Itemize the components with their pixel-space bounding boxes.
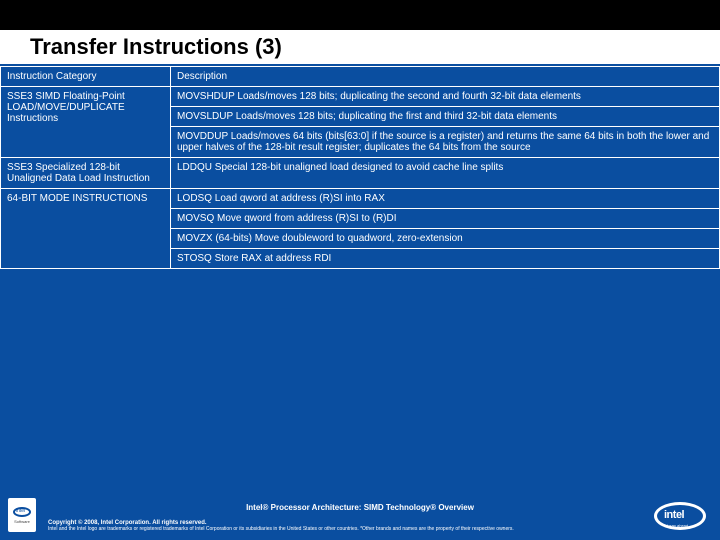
table-row: SSE3 SIMD Floating-Point LOAD/MOVE/DUPLI…: [1, 87, 720, 107]
cell-description: LODSQ Load qword at address (R)SI into R…: [171, 189, 720, 209]
cell-description: MOVSHDUP Loads/moves 128 bits; duplicati…: [171, 87, 720, 107]
intel-badge-icon: [13, 507, 31, 517]
cell-description: MOVSLDUP Loads/moves 128 bits; duplicati…: [171, 107, 720, 127]
footer: Intel® Processor Architecture: SIMD Tech…: [0, 493, 720, 540]
cell-description: MOVZX (64-bits) Move doubleword to quadw…: [171, 229, 720, 249]
table-row: SSE3 Specialized 128-bit Unaligned Data …: [1, 158, 720, 189]
table-header-row: Instruction Category Description: [1, 67, 720, 87]
slide-title: Transfer Instructions (3): [30, 34, 710, 60]
cell-category: SSE3 SIMD Floating-Point LOAD/MOVE/DUPLI…: [1, 87, 171, 158]
intel-logo-tagline: Leap ahead: [667, 523, 688, 528]
cell-category: SSE3 Specialized 128-bit Unaligned Data …: [1, 158, 171, 189]
badge-label: Software: [14, 519, 30, 524]
header-category: Instruction Category: [1, 67, 171, 87]
intel-logo-text: intel: [664, 509, 684, 521]
intel-software-badge: Software: [8, 498, 36, 532]
top-black-bar: [0, 0, 720, 30]
cell-description: MOVDDUP Loads/moves 64 bits (bits[63:0] …: [171, 127, 720, 158]
intel-logo-icon: intel Leap ahead: [654, 502, 706, 530]
cell-description: STOSQ Store RAX at address RDI: [171, 249, 720, 269]
cell-description: MOVSQ Move qword from address (R)SI to (…: [171, 209, 720, 229]
header-description: Description: [171, 67, 720, 87]
table-row: 64-BIT MODE INSTRUCTIONS LODSQ Load qwor…: [1, 189, 720, 209]
content-area: Instruction Category Description SSE3 SI…: [0, 66, 720, 493]
legal-text: Intel and the Intel logo are trademarks …: [48, 526, 708, 532]
cell-description: LDDQU Special 128-bit unaligned load des…: [171, 158, 720, 189]
title-area: Transfer Instructions (3): [0, 30, 720, 62]
footer-heading: Intel® Processor Architecture: SIMD Tech…: [12, 503, 708, 512]
instruction-table: Instruction Category Description SSE3 SI…: [0, 66, 720, 269]
cell-category: 64-BIT MODE INSTRUCTIONS: [1, 189, 171, 269]
intel-logo: intel Leap ahead: [654, 502, 706, 530]
